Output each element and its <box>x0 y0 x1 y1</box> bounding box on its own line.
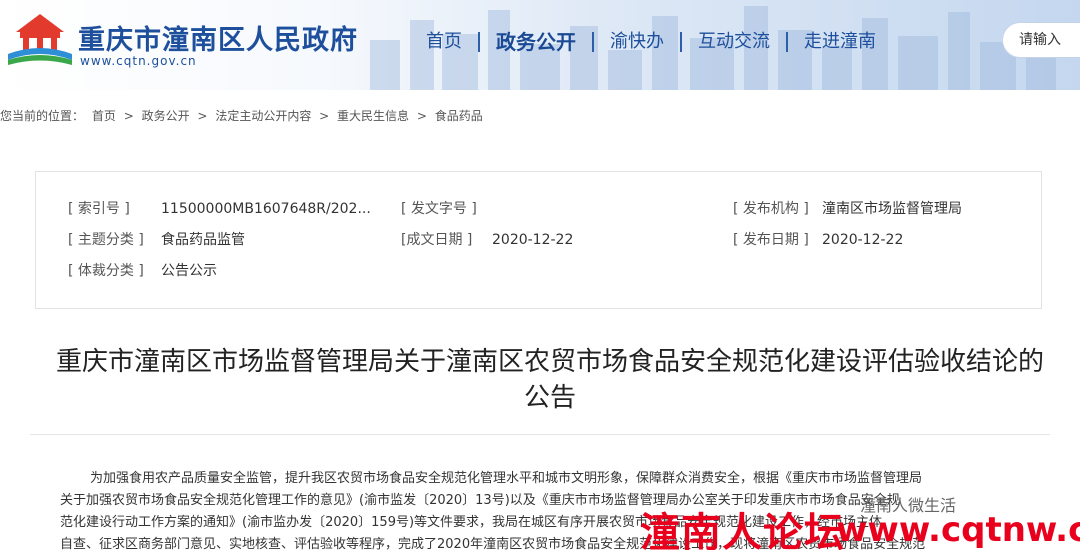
article-title-line: 重庆市潼南区市场监督管理局关于潼南区农贸市场食品安全规范化建设评估验收结论的 <box>55 347 1044 377</box>
topic-value: 食品药品监管 <box>161 232 245 248</box>
body-line: 为加强食用农产品质量安全监管，提升我区农贸市场食品安全规范化管理水平和城市文明形… <box>90 471 923 486</box>
breadcrumb-livelihood-info[interactable]: 重大民生信息 <box>337 109 409 123</box>
info-row: [ 体裁分类 ] 公告公示 <box>36 259 1041 283</box>
published-date-label: [ 发布日期 ] <box>733 232 809 248</box>
publisher-label: [ 发布机构 ] <box>733 201 809 217</box>
forum-watermark: 潼南人论坛 <box>640 510 845 550</box>
nav-interaction[interactable]: 互动交流 <box>682 28 786 56</box>
breadcrumb-government-affairs[interactable]: 政务公开 <box>142 109 190 123</box>
nav-yukuaiban[interactable]: 渝快办 <box>594 28 680 56</box>
published-date-value: 2020-12-22 <box>822 232 904 248</box>
site-url: www.cqtn.gov.cn <box>80 54 197 68</box>
breadcrumb-prefix: 您当前的位置： <box>0 109 85 123</box>
breadcrumb-separator: > <box>416 109 427 123</box>
topic-label: [ 主题分类 ] <box>68 232 144 248</box>
breadcrumb-home[interactable]: 首页 <box>92 109 116 123</box>
breadcrumb-separator: > <box>319 109 330 123</box>
nav-home[interactable]: 首页 <box>410 28 478 56</box>
document-info-panel: [ 索引号 ] 11500000MB1607648R/202... [ 发文字号… <box>35 171 1042 309</box>
article-title-line: 公告 <box>523 383 576 413</box>
genre-label: [ 体裁分类 ] <box>68 263 144 279</box>
info-row: [ 主题分类 ] 食品药品监管 [成文日期 ] 2020-12-22 [ 发布日… <box>36 228 1041 252</box>
breadcrumb-food-drug[interactable]: 食品药品 <box>435 109 483 123</box>
title-divider <box>30 434 1050 435</box>
publisher-value: 潼南区市场监督管理局 <box>822 201 962 217</box>
nav-about-tongnan[interactable]: 走进潼南 <box>788 28 892 56</box>
created-date-label: [成文日期 ] <box>401 232 473 248</box>
breadcrumb-statutory-disclosure[interactable]: 法定主动公开内容 <box>215 109 311 123</box>
genre-value: 公告公示 <box>161 263 217 279</box>
breadcrumb-separator: > <box>123 109 134 123</box>
created-date-value: 2020-12-22 <box>492 232 574 248</box>
site-title[interactable]: 重庆市潼南区人民政府 <box>78 18 358 57</box>
main-nav: 首页 政务公开 渝快办 互动交流 走进潼南 <box>410 28 892 56</box>
breadcrumb-separator: > <box>197 109 208 123</box>
doc-number-label: [ 发文字号 ] <box>401 201 477 217</box>
index-value: 11500000MB1607648R/202... <box>161 201 371 217</box>
site-header: 重庆市潼南区人民政府 www.cqtn.gov.cn 首页 政务公开 渝快办 互… <box>0 0 1080 90</box>
government-logo-icon[interactable] <box>6 10 74 66</box>
search-input[interactable]: 请输入 <box>1002 22 1080 58</box>
breadcrumb: 您当前的位置： 首页 > 政务公开 > 法定主动公开内容 > 重大民生信息 > … <box>0 107 487 124</box>
forum-url-watermark: www.cqtnw.cn <box>836 510 1080 550</box>
index-label: [ 索引号 ] <box>68 201 130 217</box>
nav-government-affairs[interactable]: 政务公开 <box>480 28 592 56</box>
article-title: 重庆市潼南区市场监督管理局关于潼南区农贸市场食品安全规范化建设评估验收结论的 公… <box>0 344 1080 416</box>
info-row: [ 索引号 ] 11500000MB1607648R/202... [ 发文字号… <box>36 197 1041 221</box>
